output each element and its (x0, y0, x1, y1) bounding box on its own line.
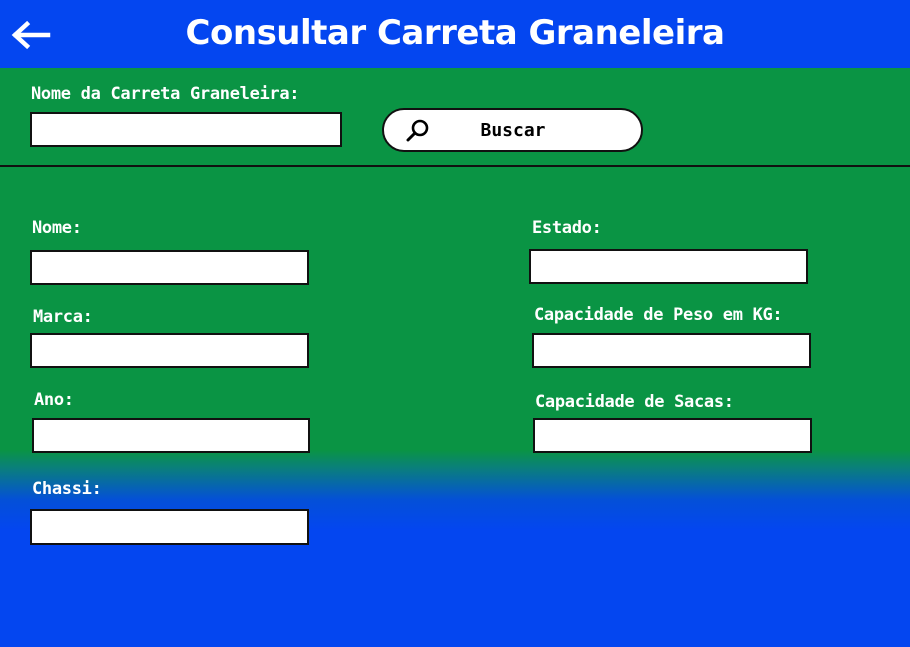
nome-label: Nome: (32, 218, 82, 238)
search-button[interactable]: Buscar (382, 108, 643, 152)
ano-field[interactable] (32, 418, 310, 453)
search-input[interactable] (30, 112, 342, 147)
capacidade-sacas-field[interactable] (533, 418, 812, 453)
nome-field[interactable] (30, 250, 309, 285)
capacidade-sacas-label: Capacidade de Sacas: (535, 392, 734, 412)
chassi-label: Chassi: (32, 479, 102, 499)
back-button[interactable] (10, 20, 52, 50)
estado-field[interactable] (529, 249, 808, 284)
divider (0, 165, 910, 167)
chassi-field[interactable] (30, 509, 309, 545)
header-bar: Consultar Carreta Graneleira (0, 0, 910, 68)
capacidade-peso-label: Capacidade de Peso em KG: (534, 305, 783, 325)
ano-label: Ano: (34, 390, 74, 410)
estado-label: Estado: (532, 218, 602, 238)
search-button-label: Buscar (480, 120, 546, 141)
capacidade-peso-field[interactable] (532, 333, 811, 368)
page-title: Consultar Carreta Graneleira (185, 13, 725, 53)
marca-field[interactable] (30, 333, 309, 368)
arrow-left-icon (11, 20, 51, 50)
marca-label: Marca: (33, 307, 93, 327)
search-label: Nome da Carreta Graneleira: (31, 84, 300, 104)
